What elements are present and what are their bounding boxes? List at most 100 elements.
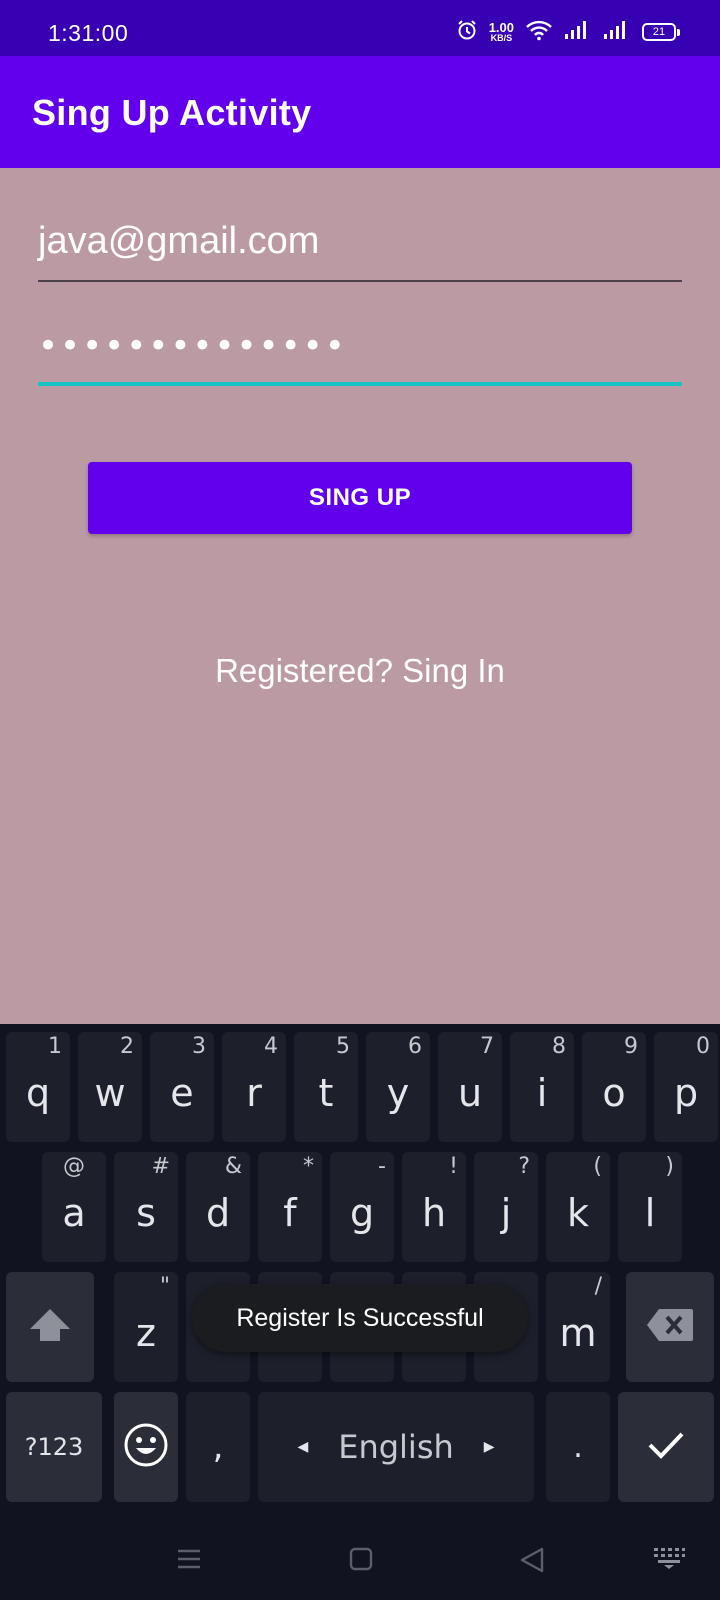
key-hint: 5 bbox=[336, 1034, 350, 1059]
enter-key[interactable] bbox=[618, 1392, 714, 1502]
key-hint: 0 bbox=[696, 1034, 710, 1059]
backspace-icon bbox=[645, 1307, 695, 1347]
key-t[interactable]: 5 t bbox=[294, 1032, 358, 1142]
key-z[interactable]: " z bbox=[114, 1272, 178, 1382]
key-label: g bbox=[349, 1191, 375, 1235]
status-time: 1:31:00 bbox=[48, 20, 129, 46]
alarm-icon bbox=[456, 19, 478, 45]
signin-link[interactable]: Registered? Sing In bbox=[0, 652, 720, 690]
back-icon[interactable] bbox=[518, 1546, 546, 1578]
key-g[interactable]: - g bbox=[330, 1152, 394, 1262]
key-label: r bbox=[246, 1071, 262, 1115]
key-hint: 8 bbox=[552, 1034, 566, 1059]
key-hint: 4 bbox=[264, 1034, 278, 1059]
status-bar: 1:31:00 1.00 KB/S 21 bbox=[0, 0, 720, 56]
key-hint: # bbox=[151, 1154, 170, 1179]
key-j[interactable]: ? j bbox=[474, 1152, 538, 1262]
symbols-label: ?123 bbox=[24, 1433, 84, 1461]
space-label: English bbox=[338, 1428, 454, 1466]
signup-button[interactable]: SING UP bbox=[88, 462, 632, 534]
symbols-key[interactable]: ?123 bbox=[6, 1392, 102, 1502]
key-i[interactable]: 8 i bbox=[510, 1032, 574, 1142]
key-label: l bbox=[644, 1191, 656, 1235]
key-label: s bbox=[136, 1191, 156, 1235]
space-key[interactable]: ◀ English ▶ bbox=[258, 1392, 534, 1502]
enter-check-icon bbox=[646, 1429, 686, 1465]
key-f[interactable]: * f bbox=[258, 1152, 322, 1262]
key-hint: 2 bbox=[120, 1034, 134, 1059]
key-hint: @ bbox=[63, 1154, 85, 1179]
period-key[interactable]: . bbox=[546, 1392, 610, 1502]
key-hint: 7 bbox=[480, 1034, 494, 1059]
key-h[interactable]: ! h bbox=[402, 1152, 466, 1262]
key-label: a bbox=[62, 1191, 86, 1235]
password-value: •••••••••••••• bbox=[38, 326, 347, 366]
key-r[interactable]: 4 r bbox=[222, 1032, 286, 1142]
key-o[interactable]: 9 o bbox=[582, 1032, 646, 1142]
emoji-key[interactable] bbox=[114, 1392, 178, 1502]
key-label: e bbox=[170, 1071, 194, 1115]
key-label: o bbox=[602, 1071, 626, 1115]
key-k[interactable]: ( k bbox=[546, 1152, 610, 1262]
shift-icon bbox=[26, 1305, 74, 1349]
menu-icon[interactable] bbox=[176, 1546, 202, 1576]
key-label: f bbox=[283, 1191, 297, 1235]
navigation-bar bbox=[0, 1520, 720, 1600]
backspace-key[interactable] bbox=[626, 1272, 714, 1382]
key-y[interactable]: 6 y bbox=[366, 1032, 430, 1142]
signal-icon bbox=[603, 19, 631, 45]
key-d[interactable]: & d bbox=[186, 1152, 250, 1262]
key-label: k bbox=[566, 1191, 589, 1235]
arrow-right-icon: ▶ bbox=[483, 1439, 495, 1455]
key-hint: 3 bbox=[192, 1034, 206, 1059]
email-value: java@gmail.com bbox=[38, 220, 320, 262]
status-icons: 1.00 KB/S 21 bbox=[456, 18, 680, 46]
emoji-icon bbox=[123, 1422, 169, 1472]
key-hint: 6 bbox=[408, 1034, 422, 1059]
key-label: t bbox=[318, 1071, 334, 1115]
shift-key[interactable] bbox=[6, 1272, 94, 1382]
key-hint: / bbox=[594, 1274, 602, 1299]
toast-message: Register Is Successful bbox=[192, 1284, 528, 1352]
keyboard-icon[interactable] bbox=[652, 1546, 686, 1574]
key-hint: 9 bbox=[624, 1034, 638, 1059]
key-hint: ! bbox=[449, 1154, 458, 1179]
key-hint: & bbox=[224, 1154, 242, 1179]
key-p[interactable]: 0 p bbox=[654, 1032, 718, 1142]
speed-unit: KB/S bbox=[490, 33, 513, 43]
period-label: . bbox=[573, 1429, 583, 1465]
key-label: w bbox=[94, 1071, 126, 1115]
email-field[interactable]: java@gmail.com bbox=[38, 220, 682, 282]
key-hint: - bbox=[378, 1154, 386, 1179]
key-m[interactable]: / m bbox=[546, 1272, 610, 1382]
key-label: q bbox=[25, 1071, 51, 1115]
key-label: d bbox=[205, 1191, 231, 1235]
key-hint: " bbox=[159, 1274, 170, 1299]
signal-icon bbox=[564, 19, 592, 45]
home-icon[interactable] bbox=[348, 1546, 374, 1576]
key-label: p bbox=[673, 1071, 699, 1115]
key-label: u bbox=[457, 1071, 483, 1115]
key-label: m bbox=[559, 1311, 597, 1355]
key-hint: ) bbox=[665, 1154, 674, 1179]
key-label: j bbox=[500, 1191, 512, 1235]
network-speed: 1.00 KB/S bbox=[489, 21, 514, 43]
key-label: z bbox=[136, 1311, 156, 1355]
wifi-icon bbox=[525, 19, 553, 45]
key-q[interactable]: 1 q bbox=[6, 1032, 70, 1142]
password-field[interactable]: •••••••••••••• bbox=[38, 326, 682, 386]
key-e[interactable]: 3 e bbox=[150, 1032, 214, 1142]
comma-label: , bbox=[212, 1427, 224, 1467]
arrow-left-icon: ◀ bbox=[297, 1439, 309, 1455]
key-l[interactable]: ) l bbox=[618, 1152, 682, 1262]
key-hint: 1 bbox=[48, 1034, 62, 1059]
key-w[interactable]: 2 w bbox=[78, 1032, 142, 1142]
app-bar: Sing Up Activity bbox=[0, 56, 720, 168]
key-s[interactable]: # s bbox=[114, 1152, 178, 1262]
key-u[interactable]: 7 u bbox=[438, 1032, 502, 1142]
key-a[interactable]: @ a bbox=[42, 1152, 106, 1262]
comma-key[interactable]: , bbox=[186, 1392, 250, 1502]
key-hint: ( bbox=[593, 1154, 602, 1179]
key-hint: ? bbox=[518, 1154, 530, 1179]
key-hint: * bbox=[303, 1154, 314, 1179]
